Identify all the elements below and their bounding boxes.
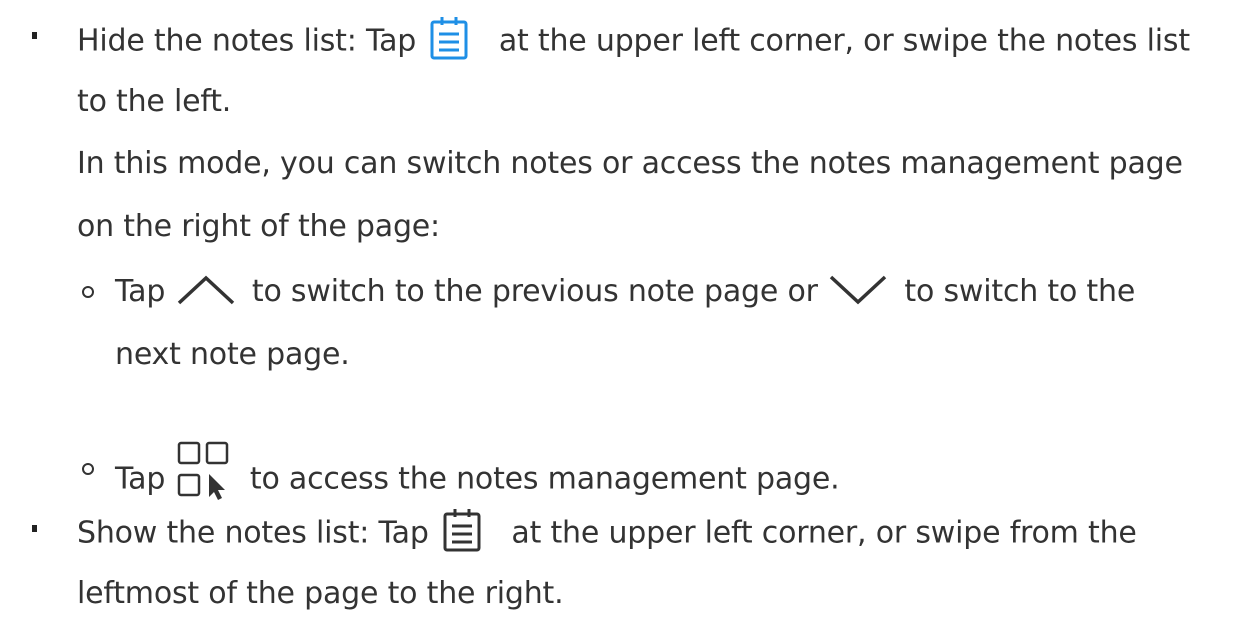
chevron-up-icon[interactable] [177, 275, 235, 305]
manage-text-end: to access the notes management page. [249, 461, 840, 497]
switch-page-line-1: Tap to switch to the previous note page … [115, 272, 1135, 312]
manage-text-start: Tap [115, 461, 175, 497]
hide-notes-text-start: Hide the notes list: Tap [77, 23, 426, 59]
mode-description-line-1: In this mode, you can switch notes or ac… [77, 146, 1183, 181]
mode-description-line-2: on the right of the page: [77, 209, 440, 244]
notes-list-icon[interactable] [429, 15, 469, 61]
hide-notes-line-1: Hide the notes list: Tap at the upper le… [77, 17, 1190, 65]
square-bullet [32, 32, 37, 39]
chevron-down-icon[interactable] [829, 275, 887, 305]
switch-text-start: Tap [115, 274, 175, 309]
show-notes-line-1: Show the notes list: Tap at the upper le… [77, 509, 1137, 557]
switch-page-line-2: next note page. [115, 337, 350, 372]
notes-management-grid-icon[interactable] [177, 441, 229, 503]
manage-line: Tap to access the notes management page. [115, 441, 840, 511]
show-notes-text-start: Show the notes list: Tap [77, 515, 439, 551]
hide-notes-text-end: at the upper left corner, or swipe the n… [498, 23, 1190, 59]
show-notes-line-2: leftmost of the page to the right. [77, 576, 564, 611]
notes-list-icon[interactable] [442, 507, 482, 553]
show-notes-text-end: at the upper left corner, or swipe from … [511, 515, 1137, 551]
switch-text-end: to switch to the [904, 274, 1136, 309]
square-bullet [32, 525, 37, 532]
circle-bullet [82, 286, 94, 298]
switch-text-middle: to switch to the previous note page or [251, 274, 828, 309]
hide-notes-line-2: to the left. [77, 84, 232, 119]
circle-bullet [82, 463, 94, 475]
